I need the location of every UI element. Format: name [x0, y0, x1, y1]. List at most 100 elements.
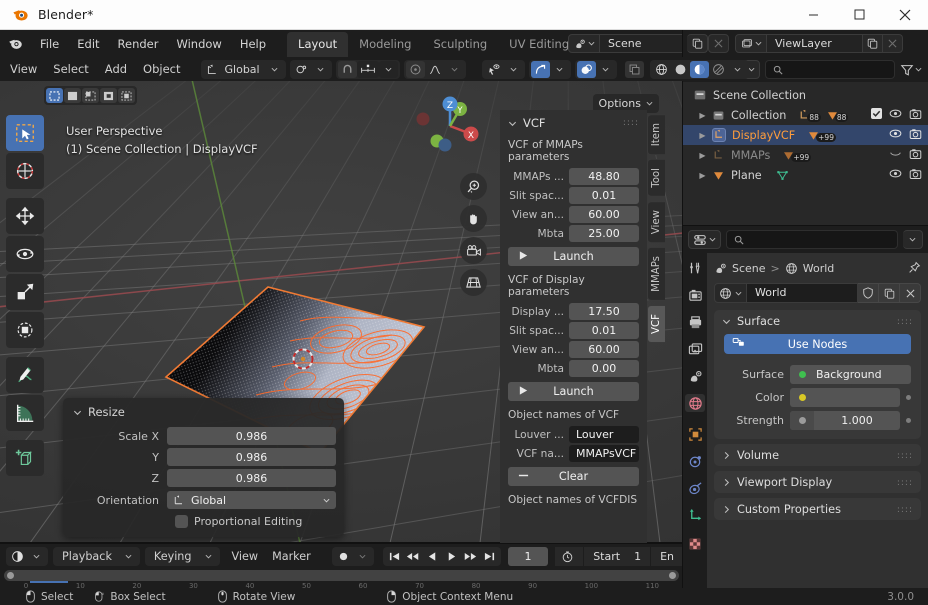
timeline-editor[interactable]: Playback Keying View Marker 1 Start 1 En…	[0, 543, 683, 590]
timeline-scrollbar[interactable]	[4, 570, 679, 581]
playback-menu[interactable]: Playback	[53, 547, 140, 566]
outliner-row-plane[interactable]: ▶ Plane	[683, 165, 928, 185]
minimize-button[interactable]	[790, 0, 836, 30]
timeline-playhead[interactable]	[30, 581, 68, 583]
timeline-menu-playback[interactable]: Playback	[55, 548, 119, 565]
vcf-field-display-3[interactable]: 0.00	[569, 360, 639, 377]
eye-icon[interactable]	[889, 108, 902, 122]
tool-rotate[interactable]	[6, 236, 44, 272]
vcf-row-display-2[interactable]: View an... 60.00	[500, 340, 647, 359]
resize-operator-panel[interactable]: Resize Scale X 0.986 Y 0.986 Z 0.986 Ori…	[63, 398, 344, 537]
properties-tab-viewlayer[interactable]	[685, 340, 705, 358]
tool-scale[interactable]	[6, 274, 44, 310]
gizmo-group[interactable]	[528, 59, 571, 79]
expand-triangle-icon[interactable]: ▶	[697, 111, 708, 120]
chevron-down-icon[interactable]	[504, 61, 523, 78]
current-frame-field[interactable]: 1	[507, 547, 549, 566]
camera-icon[interactable]	[460, 237, 487, 264]
outliner-tree[interactable]: Scene Collection ▶ Collection 88 88 ▶ Di…	[683, 82, 928, 226]
breadcrumb-world[interactable]: World	[803, 262, 835, 275]
properties-tab-material[interactable]	[685, 535, 705, 553]
outliner-new-button[interactable]	[687, 34, 708, 53]
outliner-row-displayvcf[interactable]: ▶ DisplayVCF +99	[683, 125, 928, 145]
fake-user-button[interactable]	[858, 283, 879, 303]
world-browse-button[interactable]	[714, 283, 747, 303]
timeline-menu-view[interactable]: View	[225, 548, 266, 565]
scale-x-field[interactable]: 0.986	[167, 427, 336, 445]
frame-range-group[interactable]: Start 1 En	[555, 547, 683, 566]
tool-add-cube[interactable]	[6, 440, 44, 476]
workspace-tab-layout[interactable]: Layout	[287, 32, 349, 57]
timeline-editor-type-button[interactable]	[6, 547, 48, 566]
vcf-row-mmaps-3[interactable]: Mbta 25.00	[500, 224, 647, 243]
custom-properties-panel[interactable]: Custom Properties ::::	[714, 498, 921, 520]
menu-edit[interactable]: Edit	[68, 34, 108, 54]
chevron-down-icon[interactable]	[550, 61, 569, 78]
sidebar-tab-tool[interactable]: Tool	[647, 159, 665, 197]
overlay-icon[interactable]	[576, 60, 596, 78]
timeline-menu-marker[interactable]: Marker	[265, 548, 318, 565]
vcf-row-mmaps-1[interactable]: Slit spac... 0.01	[500, 186, 647, 205]
tool-move[interactable]	[6, 198, 44, 234]
vcf-field-mmaps-3[interactable]: 25.00	[569, 225, 639, 242]
snap-increment-icon[interactable]	[356, 60, 379, 78]
surface-enum-field[interactable]: Background	[790, 365, 911, 384]
viewport-menu-select[interactable]: Select	[45, 60, 96, 78]
auto-keying-group[interactable]	[331, 547, 374, 566]
eye-icon[interactable]	[889, 128, 902, 142]
properties-tab-physics[interactable]	[685, 452, 705, 470]
drag-handle-icon[interactable]: ::::	[897, 317, 913, 326]
play-button[interactable]	[442, 548, 461, 565]
chevron-down-icon[interactable]	[728, 61, 747, 78]
menu-render[interactable]: Render	[109, 34, 168, 54]
expand-triangle-icon[interactable]: ▶	[697, 151, 708, 160]
chevron-down-icon[interactable]	[311, 61, 330, 78]
transform-orientation-dropdown[interactable]: Global	[200, 59, 286, 79]
vcf-launch-mmaps-button[interactable]: Launch	[508, 247, 639, 266]
visibility-dropdown[interactable]	[481, 59, 525, 79]
viewport-display-panel[interactable]: Viewport Display ::::	[714, 471, 921, 493]
strength-animate-decorator[interactable]	[906, 418, 911, 423]
resize-panel-header[interactable]: Resize	[71, 405, 336, 419]
chevron-down-icon[interactable]	[27, 548, 46, 565]
vcf-sidebar-panel[interactable]: VCF :::: VCF of MMAPs parameters MMAPs .…	[500, 110, 647, 543]
jump-to-end-button[interactable]	[480, 548, 499, 565]
vcf-launch-display-button[interactable]: Launch	[508, 382, 639, 401]
outliner-remove-viewlayer-button[interactable]	[883, 34, 903, 53]
material-shading-icon[interactable]	[689, 60, 709, 78]
select-extend-icon[interactable]	[64, 88, 81, 103]
grid-icon[interactable]	[460, 269, 487, 296]
play-reverse-button[interactable]	[423, 548, 442, 565]
select-new-icon[interactable]	[46, 88, 63, 103]
maximize-button[interactable]	[836, 0, 882, 30]
drag-handle-icon[interactable]: ::::	[897, 478, 913, 487]
vcf-row-louver[interactable]: Louver ... Louver	[500, 425, 647, 444]
select-invert-icon[interactable]	[100, 88, 117, 103]
properties-tab-data[interactable]	[685, 506, 705, 524]
end-frame-field[interactable]: En	[650, 547, 683, 566]
vcf-field-display-2[interactable]: 60.00	[569, 341, 639, 358]
eye-icon[interactable]	[889, 168, 902, 182]
tool-select-box[interactable]	[6, 115, 44, 151]
vcf-row-mmaps-0[interactable]: MMAPs ... 48.80	[500, 167, 647, 186]
camera-render-icon[interactable]	[909, 108, 922, 123]
falloff-curve-icon[interactable]	[425, 61, 445, 78]
drag-handle-icon[interactable]: ::::	[897, 451, 913, 460]
vcf-panel-header[interactable]: VCF ::::	[500, 110, 647, 134]
select-intersect-icon[interactable]	[118, 88, 135, 103]
surface-row[interactable]: Surface Background	[714, 363, 921, 386]
vcf-field-mmaps-2[interactable]: 60.00	[569, 206, 639, 223]
resize-row-scale-x[interactable]: Scale X 0.986	[71, 427, 336, 445]
scale-z-field[interactable]: 0.986	[167, 469, 336, 487]
properties-tab-output[interactable]	[685, 313, 705, 331]
drag-handle-icon[interactable]: ::::	[623, 119, 639, 128]
tool-annotate[interactable]	[6, 357, 44, 393]
camera-render-icon[interactable]	[909, 148, 922, 163]
expand-triangle-icon[interactable]: ▶	[697, 131, 708, 140]
outliner-filter-button[interactable]	[900, 63, 922, 77]
volume-panel-header[interactable]: Volume ::::	[714, 444, 921, 466]
world-id-bar[interactable]: World	[714, 283, 921, 303]
expand-triangle-icon[interactable]: ▶	[697, 171, 708, 180]
workspace-tab-modeling[interactable]: Modeling	[348, 32, 422, 57]
color-field[interactable]	[790, 388, 900, 407]
